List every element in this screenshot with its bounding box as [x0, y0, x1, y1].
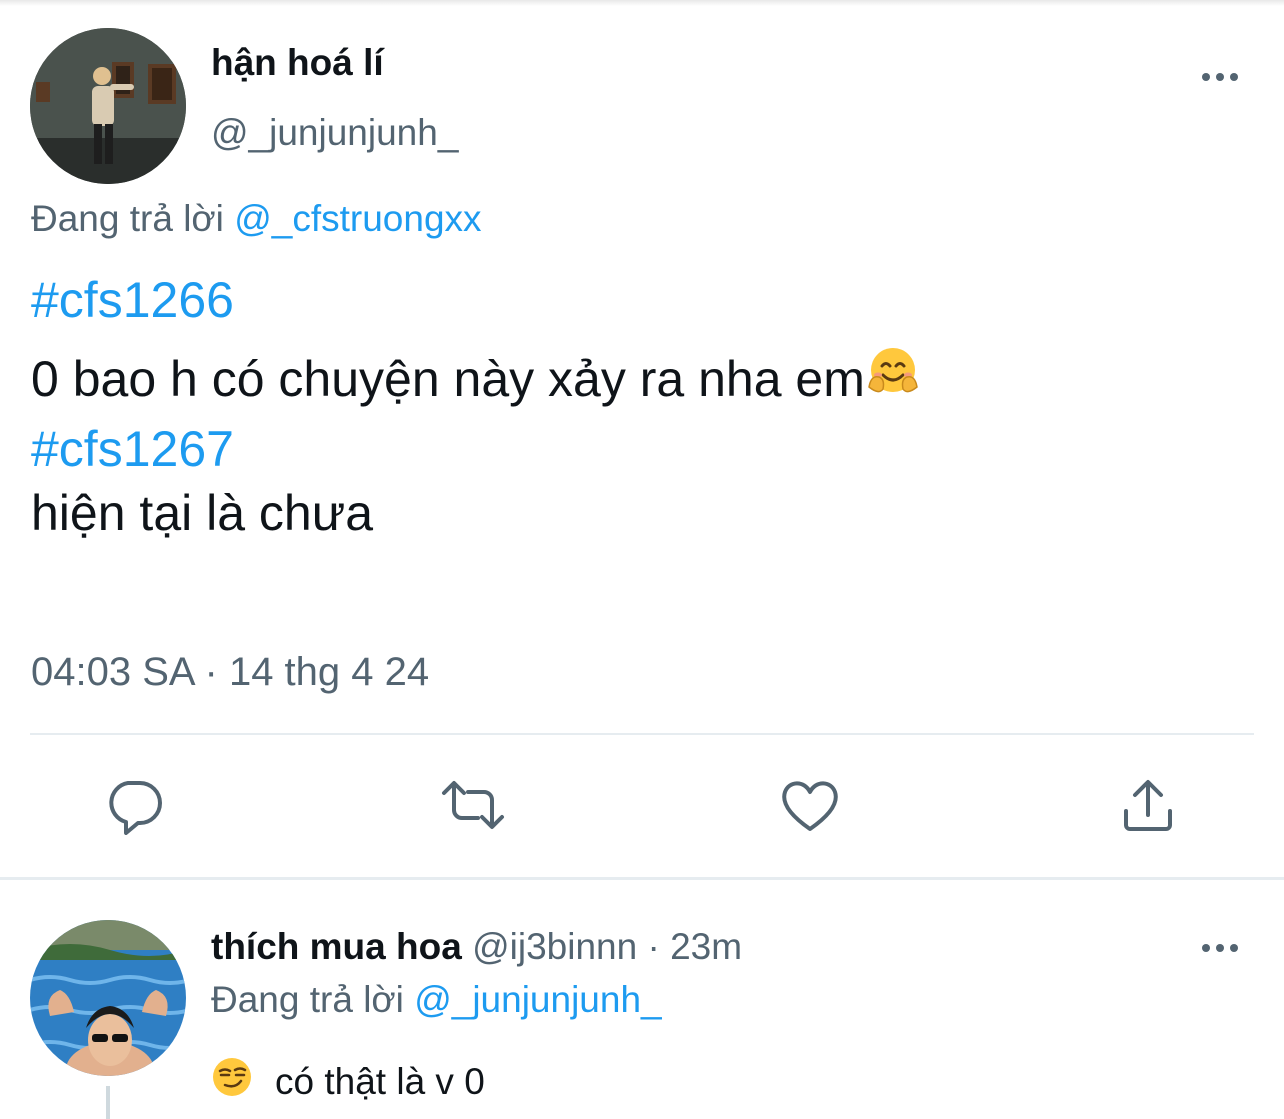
- smirking-face-icon: [211, 1056, 253, 1107]
- dot-icon: [1216, 944, 1224, 952]
- reply-button[interactable]: [94, 765, 174, 845]
- reply-header-separator: ·: [647, 926, 660, 967]
- reply-author-handle[interactable]: @ij3binnn: [472, 926, 637, 967]
- divider: [30, 733, 1254, 735]
- top-edge: [0, 0, 1284, 6]
- dot-icon: [1202, 73, 1210, 81]
- dot-icon: [1202, 944, 1210, 952]
- share-icon: [1124, 780, 1172, 831]
- reply-header: thích mua hoa @ij3binnn · 23m: [211, 926, 742, 968]
- section-divider: [0, 877, 1284, 880]
- reply-replying-to-link[interactable]: @_junjunjunh_: [414, 979, 661, 1020]
- like-button[interactable]: [770, 765, 850, 845]
- tweet-text: 0 bao h có chuyện này xảy ra nha em: [31, 351, 865, 407]
- like-icon: [782, 781, 838, 831]
- reply-replying-to-prefix: Đang trả lời: [211, 979, 404, 1020]
- dot-icon: [1216, 73, 1224, 81]
- reply-text-line: có thật là v 0: [211, 1057, 485, 1107]
- thread-line: [106, 1086, 110, 1119]
- reply-author-avatar[interactable]: [30, 920, 186, 1076]
- retweet-icon: [442, 781, 504, 829]
- dot-icon: [1230, 944, 1238, 952]
- timestamp-separator: ·: [204, 650, 218, 694]
- hashtag-link[interactable]: #cfs1266: [31, 271, 234, 329]
- tweet-text: hiện tại là chưa: [31, 485, 374, 541]
- reply-time-ago[interactable]: 23m: [670, 926, 742, 967]
- reply-author-display-name[interactable]: thích mua hoa: [211, 926, 462, 967]
- replying-to-link[interactable]: @_cfstruongxx: [234, 198, 481, 239]
- tweet-text-line: 0 bao h có chuyện này xảy ra nha em: [31, 347, 921, 413]
- dot-icon: [1230, 73, 1238, 81]
- replying-to-line: Đang trả lời @_cfstruongxx: [31, 198, 482, 240]
- more-options-button[interactable]: [1190, 62, 1250, 92]
- tweet-time: 04:03 SA: [31, 650, 194, 694]
- author-display-name[interactable]: hận hoá lí: [211, 42, 384, 84]
- reply-icon: [109, 781, 162, 835]
- retweet-button[interactable]: [433, 765, 513, 845]
- hashtag-link[interactable]: #cfs1267: [31, 420, 234, 478]
- reply-more-options-button[interactable]: [1190, 933, 1250, 963]
- tweet-date: 14 thg 4 24: [228, 650, 430, 694]
- share-button[interactable]: [1108, 765, 1188, 845]
- smiling-face-with-open-hands-icon: [865, 345, 921, 413]
- author-avatar[interactable]: [30, 28, 186, 184]
- tweet-timestamp[interactable]: 04:03 SA · 14 thg 4 24: [31, 650, 429, 695]
- replying-to-prefix: Đang trả lời: [31, 198, 224, 239]
- reply-text: có thật là v 0: [275, 1061, 485, 1102]
- author-handle[interactable]: @_junjunjunh_: [211, 112, 458, 154]
- reply-replying-to-line: Đang trả lời @_junjunjunh_: [211, 979, 662, 1021]
